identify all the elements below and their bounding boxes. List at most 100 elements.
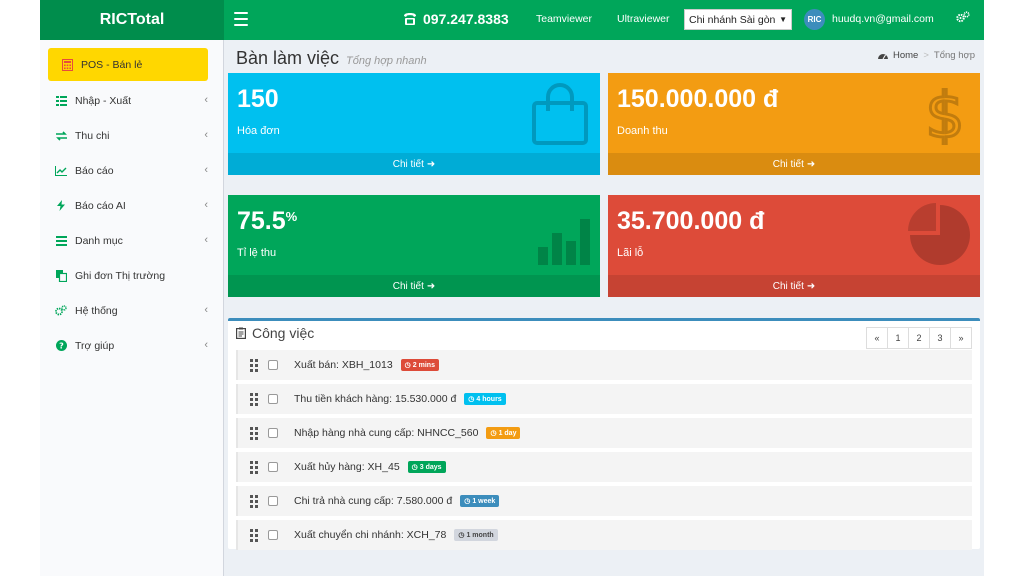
sidebar-item-bao-cao-ai[interactable]: Báo cáo AI ‹ (40, 188, 224, 223)
clock-icon: ◷ (404, 362, 411, 369)
clock-icon: ◷ (490, 430, 497, 437)
user-avatar[interactable]: RIC (804, 9, 825, 30)
task-checkbox[interactable] (268, 394, 278, 404)
arrow-circle-right-icon: ➜ (426, 158, 436, 170)
svg-text:$: $ (925, 81, 964, 145)
chevron-left-icon: ‹ (204, 129, 208, 141)
stat-detail-link[interactable]: Chi tiết ➜ (608, 153, 980, 175)
sidebar-item-tro-giup[interactable]: ? Trợ giúp ‹ (40, 328, 224, 363)
sidebar-item-nhap-xuat[interactable]: Nhập - Xuất ‹ (40, 83, 224, 118)
task-checkbox[interactable] (268, 462, 278, 472)
sidebar-item-danh-muc[interactable]: Danh mục ‹ (40, 223, 224, 258)
sidebar-item-label: Ghi đơn Thị trường (75, 269, 166, 282)
stat-value: 35.700.000 đ (617, 207, 765, 235)
breadcrumb: Home > Tổng hợp (878, 50, 975, 61)
sidebar-item-label: Báo cáo AI (75, 199, 126, 212)
pagination-prev[interactable]: « (866, 327, 888, 349)
task-item: Xuất hủy hàng: XH_45 ◷ 3 days (236, 452, 972, 482)
sidebar-item-bao-cao[interactable]: Báo cáo ‹ (40, 153, 224, 188)
sidebar-item-ghi-don[interactable]: Ghi đơn Thị trường (40, 258, 224, 293)
pos-retail-button[interactable]: POS - Bán lẻ (48, 48, 208, 81)
phone-number-text: 097.247.8383 (423, 11, 509, 27)
teamviewer-link[interactable]: Teamviewer (536, 13, 592, 25)
arrow-circle-right-icon: ➜ (806, 158, 816, 170)
phone-icon (404, 13, 416, 25)
stat-detail-link[interactable]: Chi tiết ➜ (228, 275, 600, 297)
task-text: Xuất chuyển chi nhánh: XCH_78 (294, 529, 447, 541)
tasks-title: Công việc (236, 325, 314, 341)
task-text: Chi trả nhà cung cấp: 7.580.000 đ (294, 495, 453, 507)
sidebar-item-he-thong[interactable]: Hệ thống ‹ (40, 293, 224, 328)
gears-icon (55, 305, 67, 317)
shopping-bag-icon (528, 81, 592, 150)
exchange-icon (55, 130, 67, 142)
dropdown-arrow-icon: ▼ (779, 15, 787, 24)
breadcrumb-current: Tổng hợp (933, 50, 975, 61)
arrow-circle-right-icon: ➜ (426, 280, 436, 292)
sidebar-item-thu-chi[interactable]: Thu chi ‹ (40, 118, 224, 153)
branch-select[interactable]: Chi nhánh Sài gòn ▼ (684, 9, 792, 30)
time-badge: ◷ 4 hours (464, 393, 506, 405)
time-badge: ◷ 1 week (460, 495, 500, 507)
ultraviewer-link[interactable]: Ultraviewer (617, 13, 670, 25)
task-text: Xuất hủy hàng: XH_45 (294, 461, 400, 473)
stat-label: Doanh thu (617, 125, 668, 137)
pagination-page-3[interactable]: 3 (929, 327, 951, 349)
sidebar: POS - Bán lẻ Nhập - Xuất ‹ Thu chi ‹ Báo… (40, 40, 224, 576)
chevron-left-icon: ‹ (204, 199, 208, 211)
task-item: Xuất chuyển chi nhánh: XCH_78 ◷ 1 month (236, 520, 972, 550)
calculator-icon (62, 58, 73, 71)
task-item: Nhập hàng nhà cung cấp: NHNCC_560 ◷ 1 day (236, 418, 972, 448)
clock-icon: ◷ (464, 498, 471, 505)
bar-chart-icon (536, 203, 592, 272)
sidebar-item-label: Danh mục (75, 234, 123, 247)
clipboard-icon (236, 327, 246, 339)
drag-handle-icon[interactable] (250, 426, 258, 440)
time-badge: ◷ 3 days (407, 461, 446, 473)
pagination-page-2[interactable]: 2 (908, 327, 930, 349)
pagination-next[interactable]: » (950, 327, 972, 349)
breadcrumb-home-link[interactable]: Home (893, 50, 918, 61)
pagination: « 1 2 3 » (866, 327, 972, 349)
task-checkbox[interactable] (268, 530, 278, 540)
stat-box-revenue: 150.000.000 đ Doanh thu $ Chi tiết ➜ (608, 73, 980, 175)
sidebar-item-label: Nhập - Xuất (75, 94, 132, 107)
drag-handle-icon[interactable] (250, 358, 258, 372)
drag-handle-icon[interactable] (250, 392, 258, 406)
drag-handle-icon[interactable] (250, 494, 258, 508)
stat-detail-link[interactable]: Chi tiết ➜ (228, 153, 600, 175)
bolt-icon (55, 200, 67, 212)
task-item: Chi trả nhà cung cấp: 7.580.000 đ ◷ 1 wee… (236, 486, 972, 516)
task-checkbox[interactable] (268, 496, 278, 506)
task-item: Xuất bán: XBH_1013 ◷ 2 mins (236, 350, 972, 380)
drag-handle-icon[interactable] (250, 460, 258, 474)
line-chart-icon (55, 165, 67, 177)
app-logo[interactable]: RICTotal (40, 0, 224, 40)
stat-box-invoices: 150 Hóa đơn Chi tiết ➜ (228, 73, 600, 175)
pos-retail-label: POS - Bán lẻ (81, 58, 143, 71)
sidebar-item-label: Hệ thống (75, 304, 118, 317)
stat-label: Hóa đơn (237, 125, 280, 137)
menu-toggle-icon[interactable] (234, 12, 248, 26)
task-checkbox[interactable] (268, 360, 278, 370)
dollar-icon: $ (918, 78, 972, 154)
page-title: Bàn làm việc (236, 48, 340, 68)
sidebar-item-label: Báo cáo (75, 164, 114, 177)
user-email[interactable]: huudq.vn@gmail.com (832, 13, 934, 25)
pagination-page-1[interactable]: 1 (887, 327, 909, 349)
chevron-left-icon: ‹ (204, 164, 208, 176)
chevron-left-icon: ‹ (204, 304, 208, 316)
task-text: Thu tiền khách hàng: 15.530.000 đ (294, 393, 457, 405)
sidebar-item-label: Trợ giúp (75, 339, 115, 352)
chevron-left-icon: ‹ (204, 234, 208, 246)
task-checkbox[interactable] (268, 428, 278, 438)
chevron-left-icon: ‹ (204, 339, 208, 351)
stat-box-profit-loss: 35.700.000 đ Lãi lỗ Chi tiết ➜ (608, 195, 980, 297)
clock-icon: ◷ (468, 396, 475, 403)
stat-detail-link[interactable]: Chi tiết ➜ (608, 275, 980, 297)
drag-handle-icon[interactable] (250, 528, 258, 542)
page-subtitle: Tổng hợp nhanh (346, 55, 427, 67)
settings-gears-icon[interactable] (956, 10, 970, 28)
task-text: Nhập hàng nhà cung cấp: NHNCC_560 (294, 427, 479, 439)
stat-box-collection-rate: 75.5% Tỉ lệ thu Chi tiết ➜ (228, 195, 600, 297)
